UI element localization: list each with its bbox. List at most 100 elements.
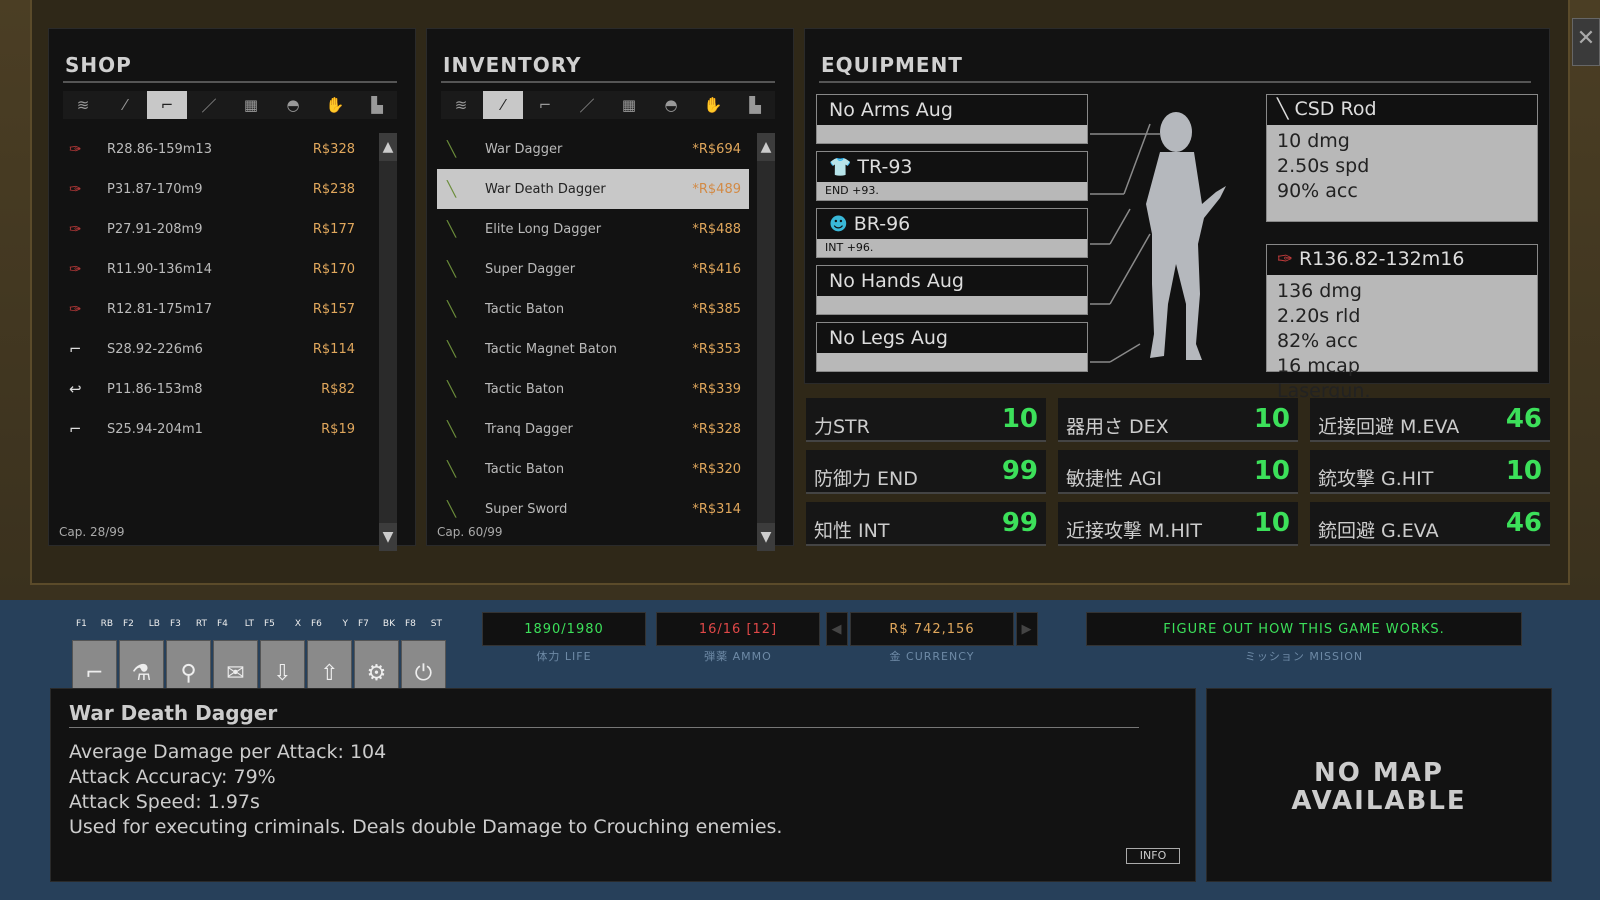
info-button[interactable]: INFO (1126, 848, 1180, 864)
stat-value: 99 (1001, 508, 1038, 538)
life-label: 体力 LIFE (536, 650, 592, 663)
divider (441, 81, 775, 83)
scroll-down-icon[interactable]: ▼ (757, 523, 775, 551)
ranged-weapon-name: R136.82-132m16 (1298, 248, 1465, 270)
inventory-title: INVENTORY (443, 53, 582, 77)
list-item[interactable]: ╲ Tactic Baton *R$385 (437, 289, 749, 329)
list-item[interactable]: ⌐ S25.94-204m1 R$19 (59, 409, 363, 449)
key-label: LB (148, 619, 160, 629)
inventory-scrollbar[interactable]: ▲ ▼ (757, 133, 775, 551)
gun-icon: ✑ (69, 180, 82, 198)
item-name: Elite Long Dagger (485, 221, 602, 237)
stat-value: 10 (1253, 456, 1290, 486)
key-label: Y (342, 619, 349, 629)
list-item[interactable]: ╲ Super Dagger *R$416 (437, 249, 749, 289)
key-label: X (294, 619, 301, 629)
stat-label: 銃回避 G.EVA (1318, 520, 1439, 542)
list-item[interactable]: ⌐ S28.92-226m6 R$114 (59, 329, 363, 369)
ammo-display: 16/16 [12] (656, 612, 820, 646)
item-name: War Dagger (485, 141, 563, 157)
hands-aug-slot[interactable]: No Hands Aug (816, 265, 1088, 315)
dagger-icon: ╲ (447, 260, 457, 278)
shop-capacity: Cap. 28/99 (59, 525, 125, 539)
item-name: R11.90-136m14 (107, 261, 212, 277)
save-icon: ⇩ (273, 661, 292, 686)
item-name: Tactic Magnet Baton (485, 341, 617, 357)
list-item[interactable]: ✑ R28.86-159m13 R$328 (59, 129, 363, 169)
item-name: Super Sword (485, 501, 568, 517)
list-item[interactable]: ✑ R11.90-136m14 R$170 (59, 249, 363, 289)
dagger-icon[interactable]: ⁄ (483, 91, 523, 119)
item-name: P11.86-153m8 (107, 381, 203, 397)
glove-icon[interactable]: ✋ (693, 91, 733, 119)
next-icon[interactable]: ▶ (1016, 612, 1038, 646)
armor-icon[interactable]: ▦ (609, 91, 649, 119)
legs-aug-slot[interactable]: No Legs Aug (816, 322, 1088, 372)
stat-cell: 近接攻撃 M.HIT 10 (1058, 502, 1298, 546)
mission-label: ミッション MISSION (1244, 650, 1364, 663)
helmet-icon[interactable]: ◓ (273, 91, 313, 119)
pistol-icon[interactable]: ⌐ (525, 91, 565, 119)
key-label: LT (244, 619, 254, 629)
dagger-icon[interactable]: ⁄ (105, 91, 145, 119)
scroll-up-icon[interactable]: ▲ (379, 133, 397, 161)
list-item[interactable]: ╲ War Death Dagger *R$489 (437, 169, 749, 209)
melee-dmg: 10 dmg (1277, 130, 1350, 152)
prev-icon[interactable]: ◀ (826, 612, 848, 646)
knife-icon[interactable]: ／ (189, 91, 229, 119)
layers-icon[interactable]: ≋ (441, 91, 481, 119)
key-label: F3 (170, 619, 181, 629)
stat-cell: 知性 INT 99 (806, 502, 1046, 546)
scroll-down-icon[interactable]: ▼ (379, 523, 397, 551)
list-item[interactable]: ╲ Tactic Baton *R$339 (437, 369, 749, 409)
knife-icon[interactable]: ／ (567, 91, 607, 119)
item-name: S28.92-226m6 (107, 341, 203, 357)
list-item[interactable]: ╲ Elite Long Dagger *R$488 (437, 209, 749, 249)
key-label: RT (195, 619, 207, 629)
shop-scrollbar[interactable]: ▲ ▼ (379, 133, 397, 551)
list-item[interactable]: ✑ P31.87-170m9 R$238 (59, 169, 363, 209)
key-label: BK (382, 619, 395, 629)
armor-icon[interactable]: ▦ (231, 91, 271, 119)
item-price: *R$314 (692, 501, 741, 517)
boot-icon[interactable]: ▙ (735, 91, 775, 119)
close-icon[interactable]: ✕ (1572, 18, 1600, 66)
pistol-icon[interactable]: ⌐ (147, 91, 187, 119)
gun-icon: ✑ (69, 140, 82, 158)
inventory-capacity: Cap. 60/99 (437, 525, 503, 539)
item-price: *R$328 (692, 421, 741, 437)
potion-icon: ⚗ (131, 661, 152, 686)
equipment-title: EQUIPMENT (821, 53, 963, 77)
item-price: *R$488 (692, 221, 741, 237)
melee-weapon-name: CSD Rod (1294, 98, 1377, 120)
armor-icon: 👕 (829, 157, 852, 178)
head-armor-slot[interactable]: ☻ BR-96 INT +96. (816, 208, 1088, 258)
list-item[interactable]: ╲ Tactic Magnet Baton *R$353 (437, 329, 749, 369)
list-item[interactable]: ╲ Super Sword *R$314 (437, 489, 749, 529)
melee-weapon-card[interactable]: ╲ CSD Rod 10 dmg 2.50s spd 90% acc (1266, 94, 1538, 222)
list-item[interactable]: ✑ R12.81-175m17 R$157 (59, 289, 363, 329)
gun-icon: ✑ (1277, 248, 1299, 270)
list-item[interactable]: ╲ Tranq Dagger *R$328 (437, 409, 749, 449)
stat-cell: 銃攻撃 G.HIT 10 (1310, 450, 1550, 494)
body-armor-slot[interactable]: 👕 TR-93 END +93. (816, 151, 1088, 201)
list-item[interactable]: ╲ Tactic Baton *R$320 (437, 449, 749, 489)
dagger-icon: ╲ (447, 220, 457, 238)
item-name: Tranq Dagger (485, 421, 573, 437)
boot-icon[interactable]: ▙ (357, 91, 397, 119)
dagger-icon: ╲ (447, 340, 457, 358)
helmet-icon: ☻ (829, 214, 848, 235)
list-item[interactable]: ✑ P27.91-208m9 R$177 (59, 209, 363, 249)
scroll-up-icon[interactable]: ▲ (757, 133, 775, 161)
glove-icon[interactable]: ✋ (315, 91, 355, 119)
dagger-icon: ╲ (447, 420, 457, 438)
melee-weapon-icon: ╲ (1277, 98, 1295, 120)
shop-panel: SHOP ≋ ⁄ ⌐ ／ ▦ ◓ ✋ ▙ ✑ R28.86-159m13 R$328… (48, 28, 416, 551)
helmet-icon[interactable]: ◓ (651, 91, 691, 119)
ranged-weapon-card[interactable]: ✑ R136.82-132m16 136 dmg 2.20s rld 82% acc… (1266, 244, 1538, 402)
list-item[interactable]: ╲ War Dagger *R$694 (437, 129, 749, 169)
life-display: 1890/1980 (482, 612, 646, 646)
list-item[interactable]: ↩ P11.86-153m8 R$82 (59, 369, 363, 409)
layers-icon[interactable]: ≋ (63, 91, 103, 119)
arms-aug-slot[interactable]: No Arms Aug (816, 94, 1088, 144)
